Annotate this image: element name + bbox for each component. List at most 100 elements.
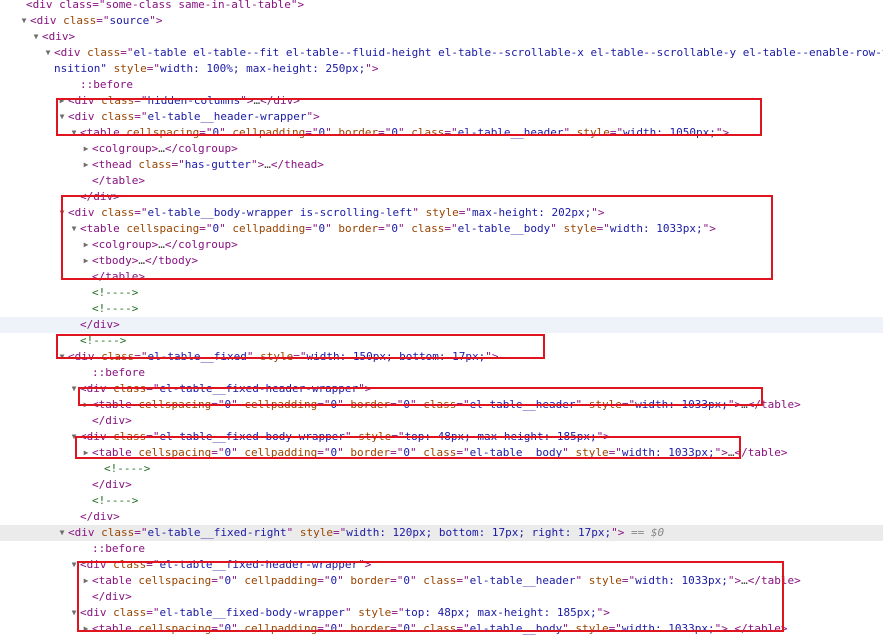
token-attr: cellspacing <box>126 222 199 235</box>
token-tag: =" <box>444 126 457 139</box>
dom-tree-node[interactable]: <!----> <box>0 493 883 509</box>
token-tag: </div> <box>92 414 132 427</box>
dom-tree-node[interactable]: </div> <box>0 413 883 429</box>
token-attr: style <box>260 350 293 363</box>
dom-tree-node[interactable]: ▼<div class="el-table__fixed-right" styl… <box>0 525 883 541</box>
dom-tree-node[interactable]: ▶<table cellspacing="0" cellpadding="0" … <box>0 573 883 589</box>
expand-triangle-icon[interactable]: ▼ <box>56 525 68 541</box>
dom-tree-node[interactable]: </div> <box>0 317 883 333</box>
dom-tree-node[interactable]: ▼<div class="el-table__fixed-header-wrap… <box>0 381 883 397</box>
dom-tree-node[interactable]: ▶<colgroup>…</colgroup> <box>0 141 883 157</box>
token-attr: style <box>107 62 147 75</box>
expand-triangle-icon[interactable]: ▼ <box>68 381 80 397</box>
dom-tree-node[interactable]: ▶<colgroup>…</colgroup> <box>0 237 883 253</box>
expand-triangle-icon[interactable]: ▼ <box>42 45 54 61</box>
collapse-triangle-icon[interactable]: ▶ <box>56 93 68 109</box>
token-attr: class <box>63 14 96 27</box>
token-tag: =" <box>459 206 472 219</box>
token-tag: =" <box>146 558 159 571</box>
dom-tree-node[interactable]: <!----> <box>0 461 883 477</box>
token-pseudo: ::before <box>80 78 133 91</box>
dom-tree-node[interactable]: </table> <box>0 269 883 285</box>
token-tag: =" <box>211 398 224 411</box>
token-attr: cellpadding <box>244 398 317 411</box>
token-tag: " <box>337 622 350 635</box>
collapse-triangle-icon[interactable]: ▶ <box>80 141 92 157</box>
dom-tree-node[interactable]: </div> <box>0 509 883 525</box>
expand-triangle-icon[interactable]: ▼ <box>56 205 68 221</box>
token-tag: =" <box>305 222 318 235</box>
dom-tree-node[interactable]: </table> <box>0 173 883 189</box>
dom-tree-node[interactable]: ▼<div class="source"> <box>0 13 883 29</box>
dom-tree-node[interactable]: ▶<table cellspacing="0" cellpadding="0" … <box>0 445 883 461</box>
token-val: el-table__body <box>470 622 563 635</box>
dom-tree-node[interactable]: <!----> <box>0 333 883 349</box>
dom-tree-node[interactable]: ▼<div class="el-table__fixed" style="wid… <box>0 349 883 365</box>
dom-tree-node[interactable]: ▶<thead class="has-gutter">…</thead> <box>0 157 883 173</box>
dom-tree-node[interactable]: ▼<div class="el-table el-table--fit el-t… <box>0 45 883 61</box>
dom-tree-node[interactable]: ::before <box>0 77 883 93</box>
dom-tree-node[interactable]: ▼<div> <box>0 29 883 45</box>
token-attr: class <box>411 126 444 139</box>
dom-tree-node[interactable]: ▼<div class="el-table__fixed-body-wrappe… <box>0 429 883 445</box>
token-tag: "> <box>597 430 610 443</box>
dom-tree-node[interactable]: ▼<table cellspacing="0" cellpadding="0" … <box>0 125 883 141</box>
dom-tree-node[interactable]: </div> <box>0 189 883 205</box>
expand-triangle-icon[interactable]: ▼ <box>68 605 80 621</box>
token-val: el-table__body-wrapper is-scrolling-left <box>148 206 413 219</box>
token-tag: "> <box>728 398 741 411</box>
collapse-triangle-icon[interactable]: ▶ <box>80 573 92 589</box>
dom-tree-node[interactable]: </div> <box>0 477 883 493</box>
expand-triangle-icon[interactable]: ▼ <box>68 125 80 141</box>
dom-tree-node[interactable]: ▼<div class="el-table__header-wrapper"> <box>0 109 883 125</box>
dom-tree-node[interactable]: ▶<table cellspacing="0" cellpadding="0" … <box>0 397 883 413</box>
expand-triangle-icon[interactable]: ▼ <box>68 221 80 237</box>
collapse-triangle-icon[interactable]: ▶ <box>80 237 92 253</box>
collapse-triangle-icon[interactable]: ▶ <box>80 253 92 269</box>
dom-tree-node[interactable]: ▶<table cellspacing="0" cellpadding="0" … <box>0 621 883 637</box>
token-val: max-height: 202px; <box>472 206 591 219</box>
dom-tree-node[interactable]: <!----> <box>0 301 883 317</box>
collapse-triangle-icon[interactable]: ▶ <box>80 621 92 637</box>
token-tag: =" <box>609 446 622 459</box>
dom-tree-node[interactable]: <!----> <box>0 285 883 301</box>
dom-tree-node[interactable]: ▼<div class="el-table__body-wrapper is-s… <box>0 205 883 221</box>
token-tag: =" <box>456 446 469 459</box>
dom-tree-node[interactable]: nsition" style="width: 100%; max-height:… <box>0 61 883 77</box>
token-attr: class <box>113 382 146 395</box>
token-tag: " <box>337 574 350 587</box>
token-tag: </div> <box>80 190 120 203</box>
dom-tree-node[interactable]: ▶<tbody>…</tbody> <box>0 253 883 269</box>
token-tag: " <box>576 398 589 411</box>
dom-tree-panel[interactable]: <div class="some-class same-in-all-table… <box>0 0 883 633</box>
token-tag: =" <box>134 526 147 539</box>
collapse-triangle-icon[interactable]: ▶ <box>80 397 92 413</box>
dom-tree-node[interactable]: ▶<div class="hidden-columns">…</div> <box>0 93 883 109</box>
expand-triangle-icon[interactable]: ▼ <box>56 349 68 365</box>
token-tag: =" <box>622 574 635 587</box>
collapse-triangle-icon[interactable]: ▶ <box>80 157 92 173</box>
token-tag: <tbody> <box>92 254 138 267</box>
token-tag: "> <box>728 574 741 587</box>
dom-tree-node[interactable]: </div> <box>0 589 883 605</box>
token-tag: " <box>410 622 423 635</box>
dom-tree-node[interactable]: <div class="some-class same-in-all-table… <box>0 0 883 13</box>
expand-triangle-icon[interactable]: ▼ <box>68 557 80 573</box>
dom-tree-node[interactable]: ▼<div class="el-table__fixed-body-wrappe… <box>0 605 883 621</box>
dom-tree-node[interactable]: ▼<div class="el-table__fixed-header-wrap… <box>0 557 883 573</box>
dom-tree-node[interactable]: ::before <box>0 365 883 381</box>
token-tag: " <box>562 622 575 635</box>
dom-tree-node[interactable]: ▼<table cellspacing="0" cellpadding="0" … <box>0 221 883 237</box>
expand-triangle-icon[interactable]: ▼ <box>18 13 30 29</box>
collapse-triangle-icon[interactable]: ▶ <box>80 445 92 461</box>
expand-triangle-icon[interactable]: ▼ <box>30 29 42 45</box>
token-tag: </div> <box>80 318 120 331</box>
expand-triangle-icon[interactable]: ▼ <box>68 429 80 445</box>
dom-tree-node[interactable]: ::before <box>0 541 883 557</box>
token-val: width: 1033px; <box>622 622 715 635</box>
token-attr: class <box>423 622 456 635</box>
token-tag: =" <box>456 622 469 635</box>
expand-triangle-icon[interactable]: ▼ <box>56 109 68 125</box>
token-val: el-table__header-wrapper <box>148 110 307 123</box>
token-tag: " <box>398 222 411 235</box>
